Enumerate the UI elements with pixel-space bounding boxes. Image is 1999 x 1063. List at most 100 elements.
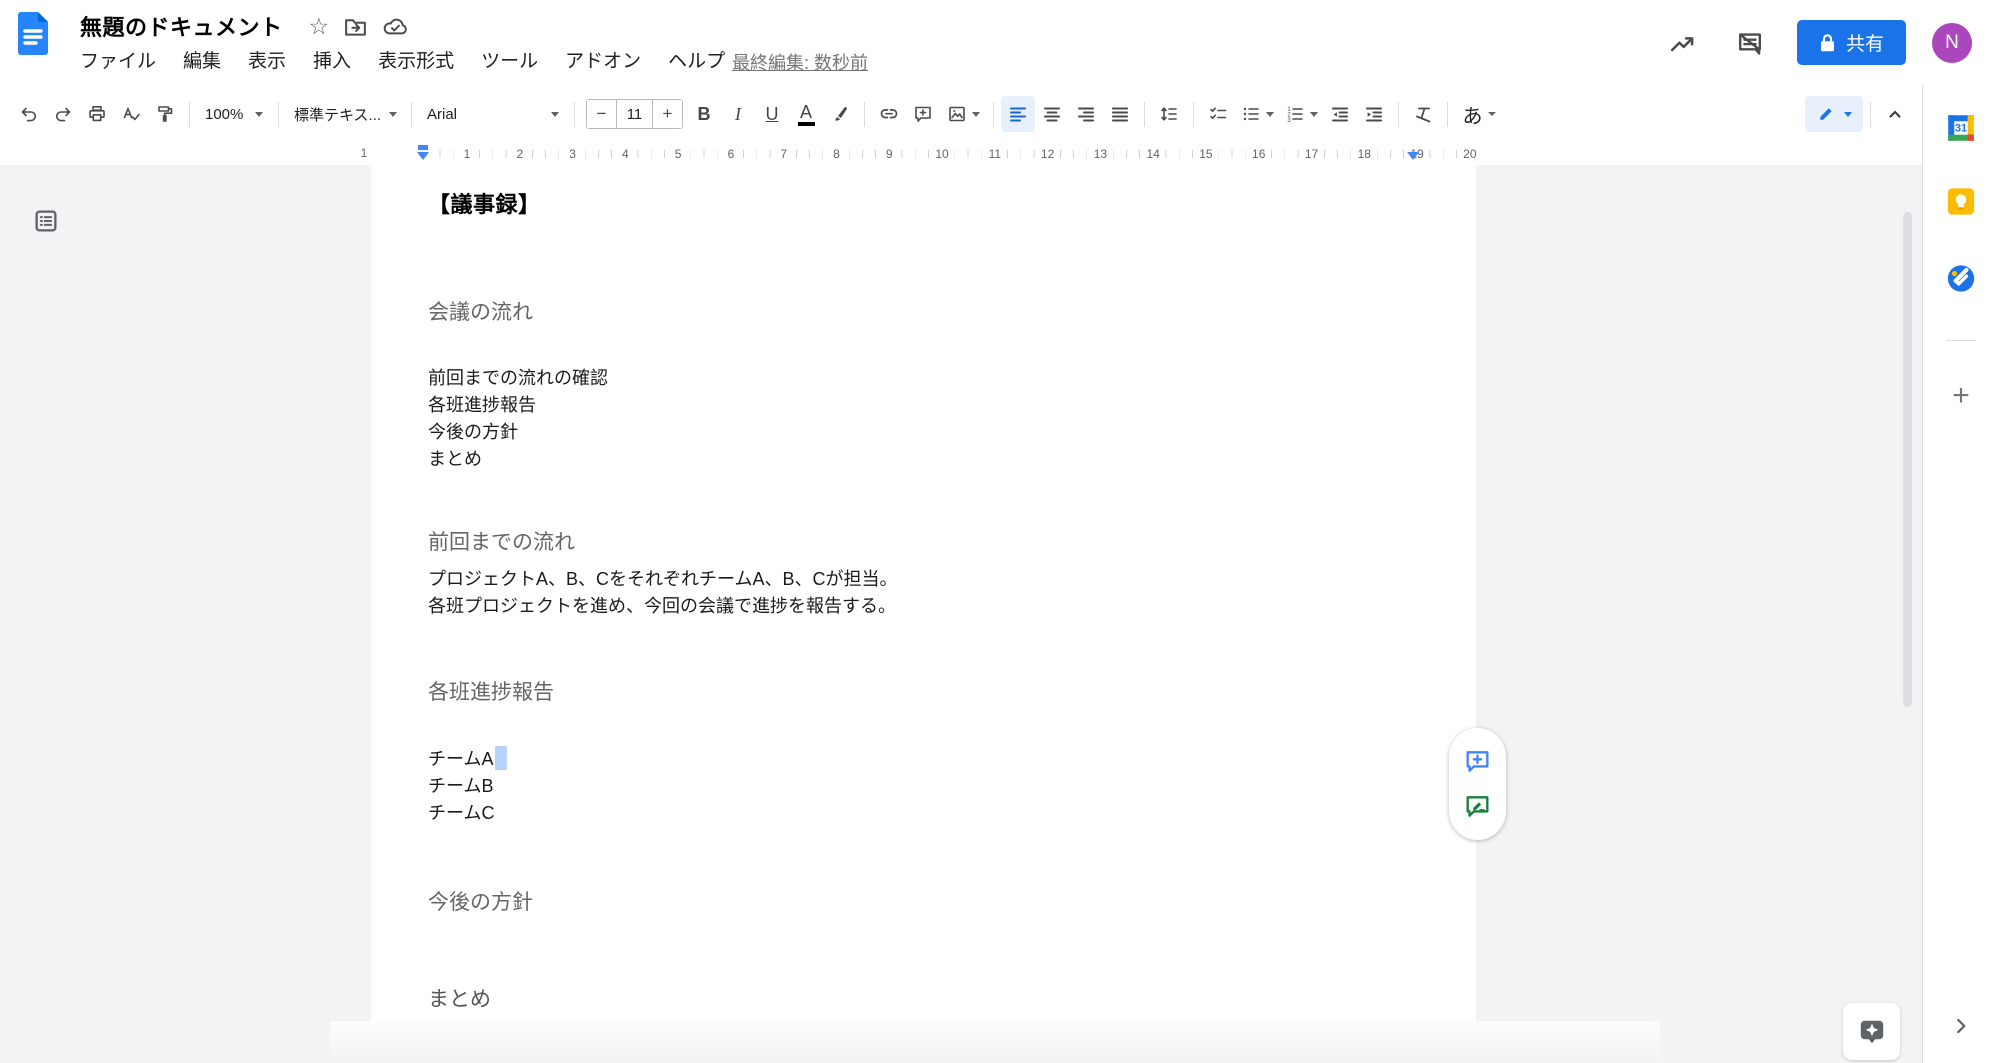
calendar-icon[interactable]: 31 xyxy=(1944,111,1978,145)
menu-item[interactable]: 挿入 xyxy=(313,46,351,73)
comment-history-icon[interactable] xyxy=(1729,22,1771,64)
docs-logo-icon[interactable] xyxy=(16,11,50,56)
decrease-indent-button[interactable] xyxy=(1323,96,1357,132)
toolbar-separator xyxy=(411,102,412,127)
cloud-saved-icon[interactable] xyxy=(382,14,408,39)
increase-indent-button[interactable] xyxy=(1357,96,1391,132)
ruler-number: 6 xyxy=(723,144,739,164)
tasks-icon[interactable] xyxy=(1946,263,1977,294)
ruler-number: 13 xyxy=(1092,144,1108,164)
menu-item[interactable]: ヘルプ xyxy=(668,46,725,73)
insert-link-button[interactable] xyxy=(872,96,906,132)
underline-button[interactable]: U xyxy=(755,96,789,132)
doc-team-line[interactable]: チームA xyxy=(428,746,507,773)
header: 無題のドキュメント ☆ ファイル編集表示挿入表示形式ツールアドオンヘルプ xyxy=(0,0,1999,85)
doc-heading-summary[interactable]: まとめ xyxy=(428,983,491,1013)
justify-button[interactable] xyxy=(1103,96,1137,132)
explore-button[interactable] xyxy=(1843,1003,1900,1060)
editing-mode-select[interactable] xyxy=(1805,96,1863,132)
close-side-panel-button[interactable] xyxy=(1950,1015,1972,1037)
spellcheck-button[interactable] xyxy=(114,96,148,132)
paragraph-styles-select[interactable]: 標準テキス... xyxy=(286,96,404,132)
document-stats-icon[interactable] xyxy=(1661,22,1703,64)
menu-item[interactable]: 表示 xyxy=(248,46,286,73)
move-folder-icon[interactable] xyxy=(343,14,368,39)
text-color-button[interactable]: A xyxy=(789,96,823,132)
print-button[interactable] xyxy=(80,96,114,132)
last-edit-link[interactable]: 最終編集: 数秒前 xyxy=(732,49,868,75)
menu-item[interactable]: ファイル xyxy=(80,46,156,73)
menu-item[interactable]: 表示形式 xyxy=(378,46,454,73)
italic-button[interactable]: I xyxy=(721,96,755,132)
bulleted-list-button[interactable] xyxy=(1235,96,1279,132)
document-page[interactable]: 【議事録】 会議の流れ 前回までの流れの確認 各班進捗報告 今後の方針 まとめ … xyxy=(371,165,1476,1027)
add-addon-button[interactable]: + xyxy=(1952,381,1970,411)
doc-title-line[interactable]: 【議事録】 xyxy=(428,187,541,219)
toolbar-separator xyxy=(1144,102,1145,127)
document-title[interactable]: 無題のドキュメント xyxy=(80,10,283,42)
explore-icon xyxy=(1856,1016,1888,1048)
bold-button[interactable]: B xyxy=(687,96,721,132)
increase-font-size-button[interactable]: + xyxy=(653,100,682,128)
doc-heading-flow[interactable]: 会議の流れ xyxy=(428,296,533,326)
highlight-color-button[interactable] xyxy=(823,96,857,132)
doc-team-line[interactable]: チームB xyxy=(428,773,493,800)
menu-item[interactable]: 編集 xyxy=(183,46,221,73)
ruler-number: 20 xyxy=(1462,144,1478,164)
doc-body-line[interactable]: 各班プロジェクトを進め、今回の会議で進捗を報告する。 xyxy=(428,593,896,620)
doc-agenda-line[interactable]: 前回までの流れの確認 xyxy=(428,365,608,392)
doc-agenda-line[interactable]: 各班進捗報告 xyxy=(428,392,536,419)
checklist-button[interactable] xyxy=(1201,96,1235,132)
pencil-icon xyxy=(1816,105,1835,124)
font-family-select[interactable]: Arial xyxy=(419,96,567,132)
chevron-down-icon xyxy=(1266,112,1274,117)
menu-item[interactable]: ツール xyxy=(481,46,538,73)
title-row: 無題のドキュメント ☆ xyxy=(80,10,408,42)
decrease-font-size-button[interactable]: − xyxy=(587,100,616,128)
sidebar-divider xyxy=(1946,340,1976,341)
ruler[interactable]: 1 1234567891011121314151617181920 xyxy=(0,143,1922,165)
undo-button[interactable] xyxy=(12,96,46,132)
right-indent-marker[interactable] xyxy=(1407,152,1419,160)
doc-agenda-line[interactable]: 今後の方針 xyxy=(428,419,518,446)
numbered-list-button[interactable]: 1 2 3 xyxy=(1279,96,1323,132)
vertical-scrollbar[interactable] xyxy=(1903,212,1912,707)
align-left-button[interactable] xyxy=(1001,96,1035,132)
star-icon[interactable]: ☆ xyxy=(309,15,330,38)
align-center-button[interactable] xyxy=(1035,96,1069,132)
chevron-down-icon xyxy=(972,112,980,117)
collapse-toolbar-button[interactable] xyxy=(1878,96,1912,132)
ruler-number: 4 xyxy=(617,144,633,164)
paint-format-button[interactable] xyxy=(148,96,182,132)
redo-button[interactable] xyxy=(46,96,80,132)
doc-agenda-line[interactable]: まとめ xyxy=(428,446,482,473)
clear-formatting-button[interactable] xyxy=(1406,96,1440,132)
doc-heading-progress[interactable]: 各班進捗報告 xyxy=(428,676,554,706)
chevron-down-icon xyxy=(255,112,263,117)
ruler-number: 16 xyxy=(1251,144,1267,164)
line-spacing-button[interactable] xyxy=(1152,96,1186,132)
doc-heading-policy[interactable]: 今後の方針 xyxy=(428,886,533,916)
suggest-edits-fab-button[interactable] xyxy=(1464,793,1492,821)
font-size-input[interactable] xyxy=(616,100,653,128)
doc-body-line[interactable]: プロジェクトA、B、CをそれぞれチームA、B、Cが担当。 xyxy=(428,566,897,593)
doc-heading-previous[interactable]: 前回までの流れ xyxy=(428,526,575,556)
show-outline-button[interactable] xyxy=(28,203,64,239)
italic-icon: I xyxy=(735,104,741,125)
insert-image-button[interactable] xyxy=(940,96,986,132)
floating-action-pill xyxy=(1449,728,1506,840)
align-right-button[interactable] xyxy=(1069,96,1103,132)
ruler-number: 2 xyxy=(512,144,528,164)
menu-item[interactable]: アドオン xyxy=(565,46,641,73)
add-comment-button[interactable] xyxy=(906,96,940,132)
add-comment-fab-button[interactable] xyxy=(1464,748,1492,776)
first-line-indent-marker[interactable] xyxy=(418,145,428,150)
keep-icon[interactable] xyxy=(1946,186,1977,217)
left-indent-marker[interactable] xyxy=(417,152,429,160)
avatar[interactable]: N xyxy=(1932,23,1972,63)
doc-team-line[interactable]: チームC xyxy=(428,800,494,827)
share-button[interactable]: 共有 xyxy=(1797,20,1906,65)
input-tools-button[interactable]: あ xyxy=(1455,96,1503,132)
bold-icon: B xyxy=(698,104,711,125)
zoom-select[interactable]: 100% xyxy=(197,96,271,132)
